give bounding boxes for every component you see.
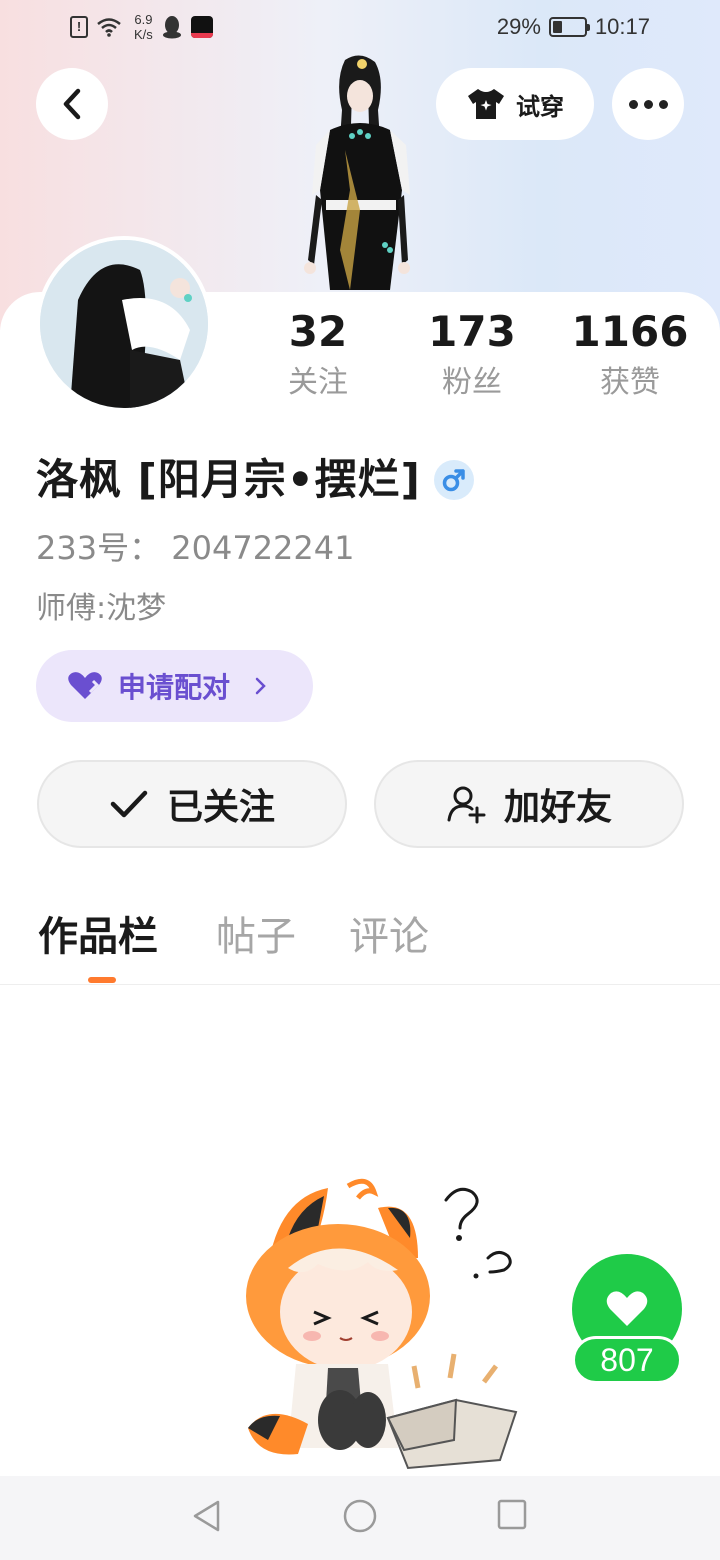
- wifi-icon: [97, 18, 121, 37]
- alert-icon: !: [70, 16, 88, 38]
- system-nav-bar: [0, 1476, 720, 1560]
- status-bar: ! 6.9 K/s 29% 10:17: [0, 0, 720, 56]
- master-info[interactable]: 师傅:沈梦: [36, 588, 166, 630]
- heart-icon: [68, 672, 102, 699]
- stat-followers[interactable]: 173 粉丝: [402, 306, 542, 408]
- followed-label: 已关注: [166, 787, 275, 828]
- like-count: 807: [572, 1336, 682, 1384]
- tab-comments[interactable]: 评论: [349, 910, 429, 964]
- try-on-button[interactable]: 试穿: [436, 68, 594, 140]
- tab-posts[interactable]: 帖子: [216, 910, 296, 964]
- heart-icon: [606, 1291, 648, 1326]
- battery-percent: 29%: [496, 14, 541, 39]
- check-icon: [110, 790, 148, 818]
- user-id: 233号： 204722241: [36, 529, 355, 567]
- tab-works[interactable]: 作品栏: [38, 910, 158, 964]
- more-button[interactable]: [612, 68, 684, 140]
- stat-value: 32: [288, 307, 348, 356]
- more-dots-icon: [628, 99, 668, 109]
- add-friend-label: 加好友: [503, 787, 612, 828]
- net-speed: 6.9 K/s: [134, 12, 153, 42]
- add-user-icon: [447, 786, 486, 824]
- clock: 10:17: [594, 14, 650, 39]
- avatar[interactable]: [36, 236, 212, 412]
- nav-home-icon[interactable]: [342, 1498, 378, 1534]
- back-button[interactable]: [36, 68, 108, 140]
- followed-button[interactable]: 已关注: [37, 760, 347, 848]
- try-on-label: 试穿: [516, 92, 564, 121]
- add-friend-button[interactable]: 加好友: [374, 760, 684, 848]
- apply-pair-label: 申请配对: [118, 671, 231, 704]
- tshirt-icon: [468, 89, 504, 119]
- nav-back-icon[interactable]: [190, 1498, 224, 1534]
- qq-icon: [162, 16, 181, 39]
- tiktok-icon: [190, 16, 213, 38]
- stat-value: 173: [428, 307, 516, 356]
- stat-label: 关注: [288, 365, 348, 400]
- avatar-image: [40, 240, 208, 408]
- empty-state-mascot: [246, 1178, 518, 1470]
- stat-following[interactable]: 32 关注: [248, 306, 388, 408]
- tab-divider: [0, 984, 720, 985]
- character-illustration: [304, 55, 410, 290]
- tab-active-indicator: [88, 977, 116, 983]
- stat-likes[interactable]: 1166 获赞: [560, 306, 700, 408]
- nav-recents-icon[interactable]: [496, 1498, 528, 1532]
- apply-pair-button[interactable]: 申请配对: [36, 650, 313, 722]
- battery-icon: [548, 17, 590, 37]
- username: 洛枫 [阳月宗•摆烂]: [36, 455, 421, 504]
- stat-label: 粉丝: [442, 365, 502, 400]
- chevron-right-icon: [255, 677, 266, 695]
- gender-male-icon: [434, 460, 474, 500]
- chevron-left-icon: [63, 88, 81, 120]
- stat-label: 获赞: [600, 365, 660, 400]
- stat-value: 1166: [571, 307, 689, 356]
